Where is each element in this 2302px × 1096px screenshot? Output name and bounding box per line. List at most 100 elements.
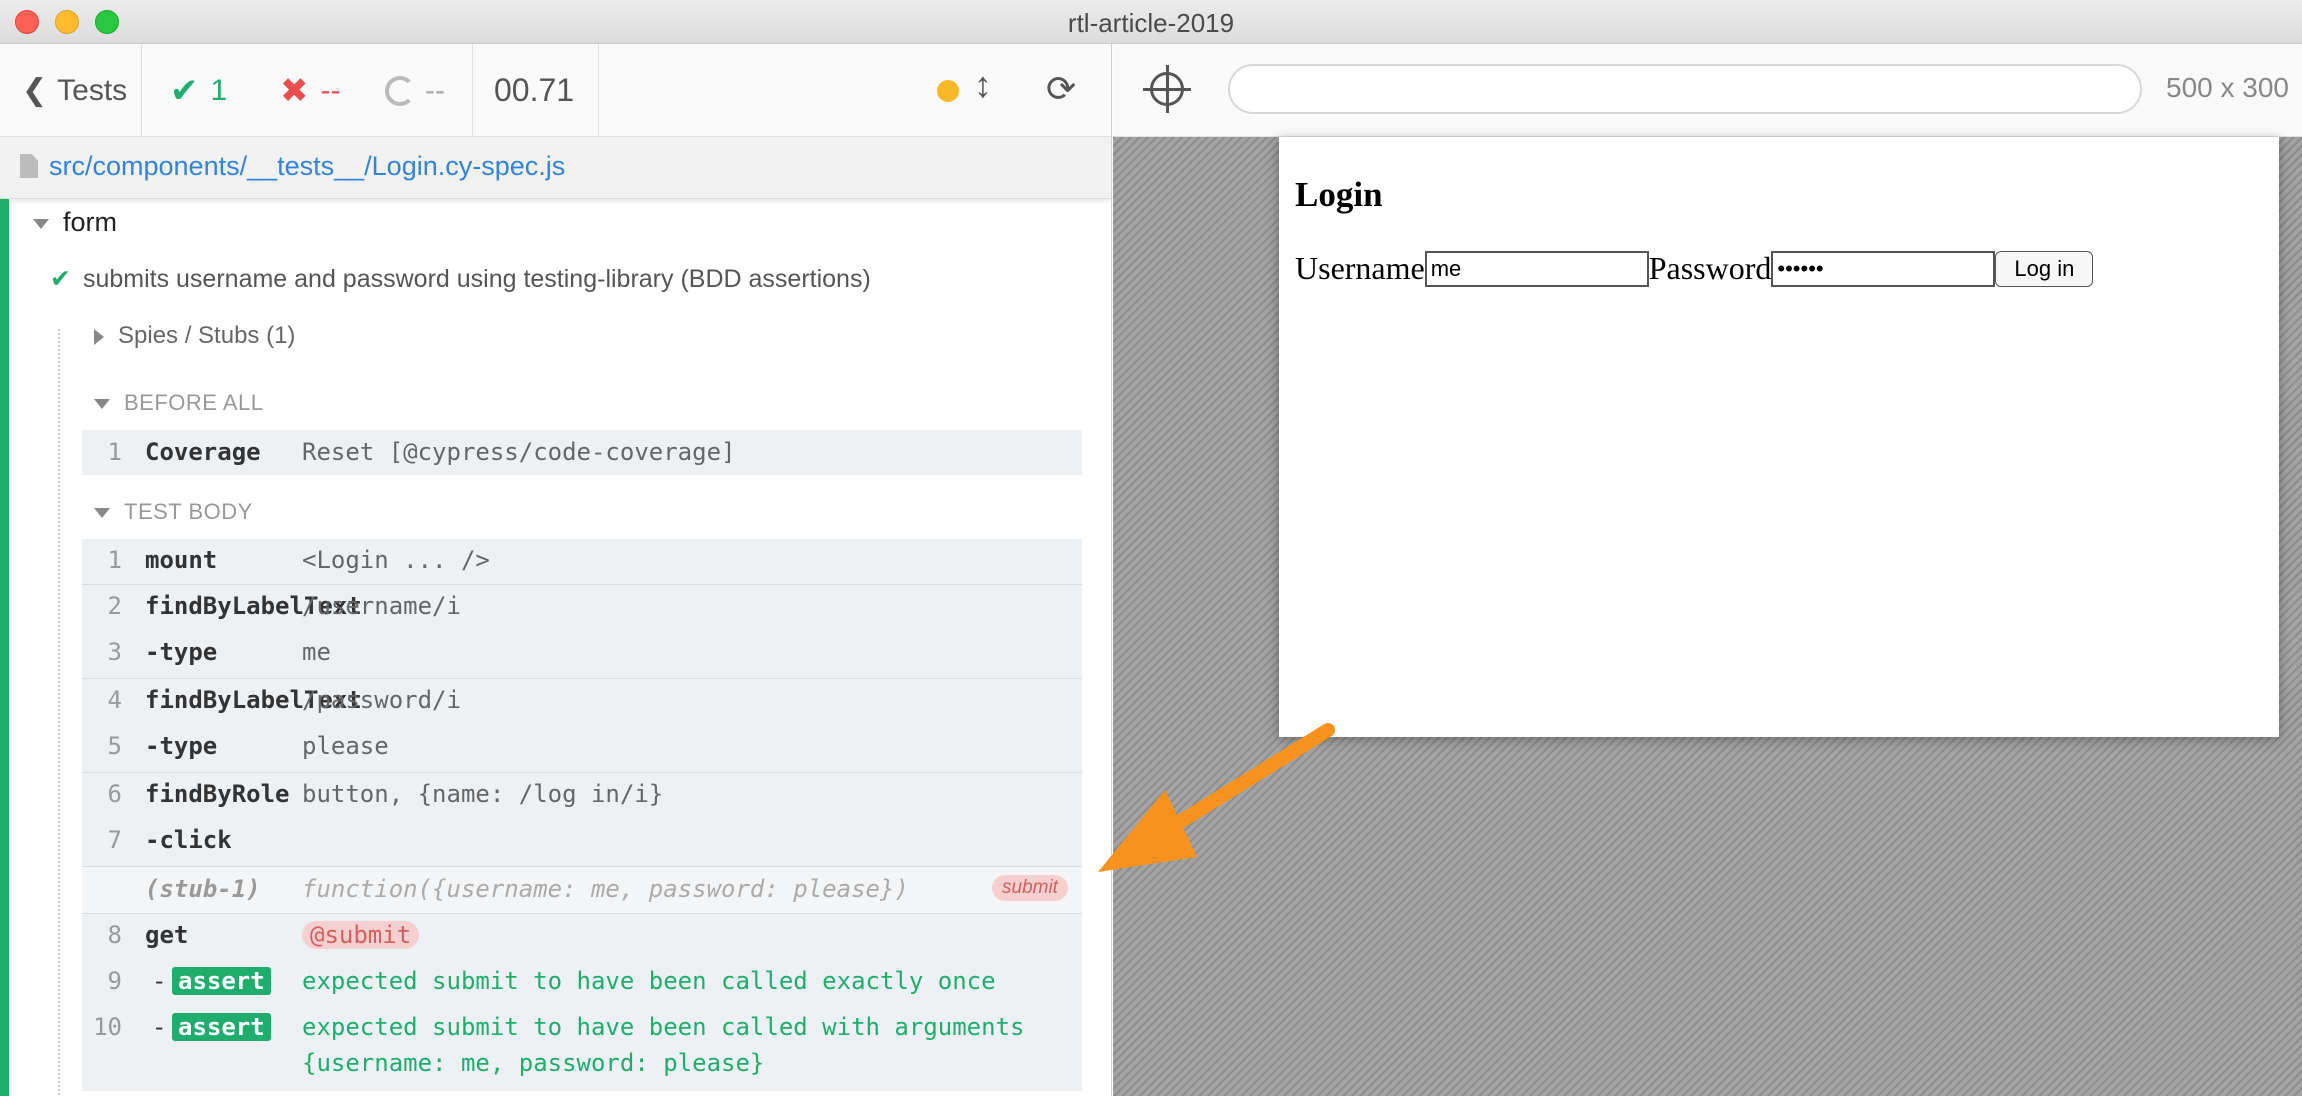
back-to-tests-button[interactable]: ❮ Tests bbox=[22, 44, 127, 137]
stub-name: (stub-1) bbox=[145, 875, 261, 903]
assert-dash: - bbox=[152, 967, 167, 995]
caret-down-icon bbox=[33, 218, 49, 229]
window-titlebar: rtl-article-2019 bbox=[0, 0, 2302, 44]
command-number: 1 bbox=[107, 546, 122, 574]
command-message: me bbox=[302, 638, 331, 666]
aut-iframe: Login Username Password Log in bbox=[1279, 137, 2279, 737]
assert-message: expected submit to have been called exac… bbox=[302, 967, 996, 995]
assert-message-continuation: {username: me, password: please} bbox=[302, 1049, 765, 1077]
alias-badge: submit bbox=[992, 875, 1068, 901]
passed-count[interactable]: ✔ 1 bbox=[170, 44, 227, 137]
command-name: -click bbox=[145, 826, 232, 854]
command-name: get bbox=[145, 921, 189, 949]
suite-status-rail bbox=[0, 199, 9, 1096]
selector-playground-icon[interactable] bbox=[1143, 65, 1191, 113]
spec-file-bar: src/components/__tests__/Login.cy-spec.j… bbox=[0, 137, 1111, 199]
before-all-toggle[interactable]: BEFORE ALL bbox=[94, 390, 264, 416]
login-heading: Login bbox=[1295, 175, 1383, 214]
command-number: 6 bbox=[107, 780, 122, 808]
check-icon: ✔ bbox=[170, 71, 199, 110]
command-name: Coverage bbox=[145, 438, 261, 466]
command-separator bbox=[82, 584, 1082, 585]
command-message: <Login ... /> bbox=[302, 546, 490, 574]
username-field[interactable] bbox=[1424, 250, 1649, 287]
before-all-commands: 1 Coverage Reset [@cypress/code-coverage… bbox=[82, 430, 1082, 475]
command-number: 5 bbox=[107, 732, 122, 760]
passed-count-value: 1 bbox=[210, 73, 228, 107]
aut-stage: Login Username Password Log in bbox=[1113, 137, 2302, 1096]
command-number: 8 bbox=[107, 921, 122, 949]
cross-icon: ✖ bbox=[280, 71, 309, 110]
command-number: 4 bbox=[107, 686, 122, 714]
check-icon: ✔ bbox=[50, 265, 71, 293]
spec-file-link[interactable]: src/components/__tests__/Login.cy-spec.j… bbox=[49, 151, 565, 182]
test-title[interactable]: ✔ submits username and password using tes… bbox=[50, 264, 871, 294]
command-name: -type bbox=[145, 732, 218, 760]
alias-pill: @submit bbox=[302, 921, 420, 949]
command-number: 7 bbox=[107, 826, 122, 854]
spies-label: Spies / Stubs (1) bbox=[118, 322, 296, 349]
back-label: Tests bbox=[57, 73, 128, 107]
assert-dash: - bbox=[152, 1013, 167, 1041]
divider bbox=[141, 44, 142, 137]
failed-count-value: -- bbox=[320, 73, 341, 107]
stub-message: function({username: me, password: please… bbox=[302, 875, 909, 903]
pending-count[interactable]: -- bbox=[385, 44, 445, 137]
command-message: /password/i bbox=[302, 686, 461, 714]
window-title: rtl-article-2019 bbox=[1067, 8, 1235, 38]
test-body-toggle[interactable]: TEST BODY bbox=[94, 499, 253, 525]
command-message: please bbox=[302, 732, 389, 760]
password-field[interactable] bbox=[1771, 250, 1996, 287]
command-number: 2 bbox=[107, 592, 122, 620]
rerun-tests-icon[interactable]: ⟳ bbox=[1046, 68, 1076, 110]
spies-stubs-toggle[interactable]: Spies / Stubs (1) bbox=[94, 322, 295, 350]
url-input[interactable] bbox=[1228, 64, 2142, 114]
test-title-text: submits username and password using test… bbox=[82, 265, 871, 293]
command-separator bbox=[82, 913, 1082, 914]
command-message: button, {name: /log in/i} bbox=[302, 780, 664, 808]
divider bbox=[598, 44, 599, 137]
pending-spinner-icon bbox=[385, 75, 415, 106]
auto-scroll-icon[interactable]: ↕ bbox=[974, 64, 992, 106]
password-label: Password bbox=[1648, 250, 1772, 286]
command-message: @submit bbox=[302, 921, 420, 949]
running-status-dot bbox=[937, 80, 959, 102]
command-number: 10 bbox=[93, 1013, 122, 1041]
stub-call-row[interactable]: (stub-1) function({username: me, passwor… bbox=[82, 867, 1082, 913]
caret-right-icon bbox=[94, 328, 104, 345]
indent-guide bbox=[58, 329, 60, 1096]
command-name: mount bbox=[145, 546, 218, 574]
test-body-commands: 1 mount <Login ... /> 2 findByLabelText … bbox=[82, 539, 1082, 1091]
runnable-list: form ✔ submits username and password usin… bbox=[0, 199, 1111, 1096]
suite-title-text: form bbox=[63, 207, 117, 237]
command-message: /username/i bbox=[302, 592, 461, 620]
divider bbox=[472, 44, 473, 137]
command-number: 3 bbox=[107, 638, 122, 666]
viewport-size: 500 x 300 bbox=[2166, 72, 2289, 103]
command-message: Reset [@cypress/code-coverage] bbox=[302, 438, 736, 466]
file-icon bbox=[20, 154, 38, 178]
login-button[interactable]: Log in bbox=[1995, 250, 2094, 287]
command-number: 1 bbox=[107, 438, 122, 466]
assert-badge: assert bbox=[172, 1013, 271, 1041]
command-separator bbox=[82, 678, 1082, 679]
command-log-panel: ❮ Tests ✔ 1 ✖ -- -- 00.71 ↕ ⟳ src/compon… bbox=[0, 44, 1112, 1096]
before-all-label: BEFORE ALL bbox=[124, 390, 264, 415]
pending-count-value: -- bbox=[425, 73, 445, 107]
command-name: -type bbox=[145, 638, 218, 666]
stats-bar: ❮ Tests ✔ 1 ✖ -- -- 00.71 ↕ ⟳ bbox=[0, 44, 1111, 137]
login-form: Username Password Log in bbox=[1295, 250, 2094, 287]
caret-down-icon bbox=[94, 508, 110, 519]
suite-title[interactable]: form bbox=[33, 207, 117, 238]
caret-down-icon bbox=[94, 399, 110, 410]
assert-badge: assert bbox=[172, 967, 271, 995]
command-name: findByRole bbox=[145, 780, 290, 808]
assert-message: expected submit to have been called with… bbox=[302, 1013, 1025, 1041]
command-separator bbox=[82, 772, 1082, 773]
crosshair-v bbox=[1166, 65, 1169, 113]
failed-count[interactable]: ✖ -- bbox=[280, 44, 340, 137]
chevron-left-icon: ❮ bbox=[22, 74, 48, 107]
duration: 00.71 bbox=[494, 72, 575, 108]
username-label: Username bbox=[1295, 250, 1425, 286]
test-body-label: TEST BODY bbox=[124, 499, 253, 524]
